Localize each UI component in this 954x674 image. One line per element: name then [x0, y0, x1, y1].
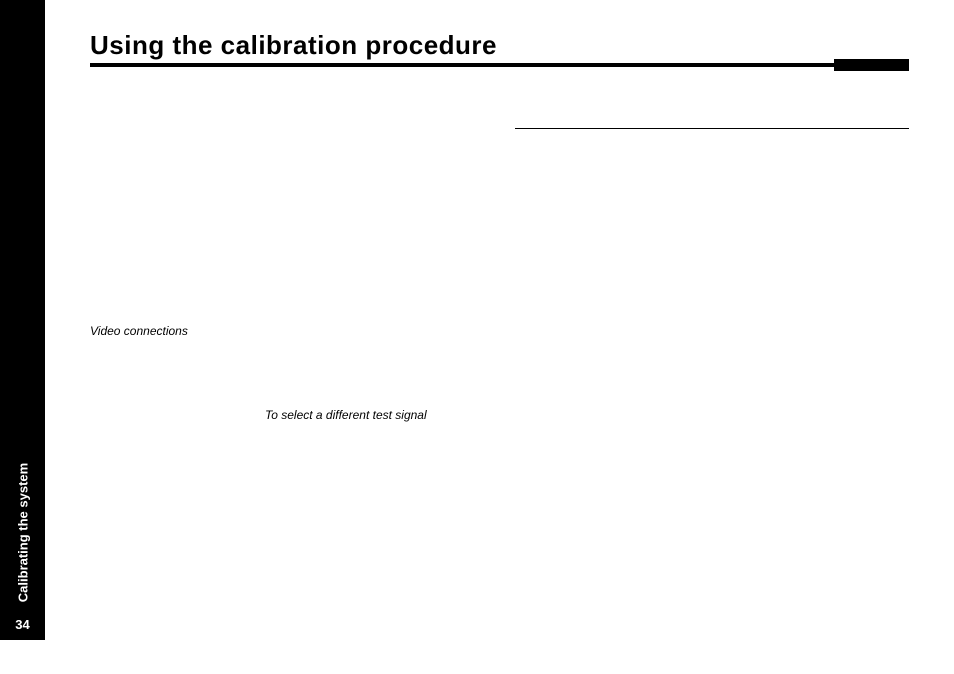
caption-select-signal: To select a different test signal	[265, 408, 427, 422]
caption-video-connections: Video connections	[90, 324, 188, 338]
title-underline-accent	[834, 59, 909, 71]
page-number: 34	[0, 617, 45, 632]
document-page: Calibrating the system 34 Using the cali…	[0, 0, 954, 674]
title-underline	[90, 63, 909, 67]
page-content: Using the calibration procedure Video co…	[45, 0, 954, 674]
page-title: Using the calibration procedure	[90, 30, 497, 61]
section-rule	[515, 128, 909, 129]
chapter-label: Calibrating the system	[15, 463, 30, 602]
side-rail-bottom: Calibrating the system 34	[0, 420, 45, 640]
side-rail: Calibrating the system 34	[0, 0, 45, 640]
